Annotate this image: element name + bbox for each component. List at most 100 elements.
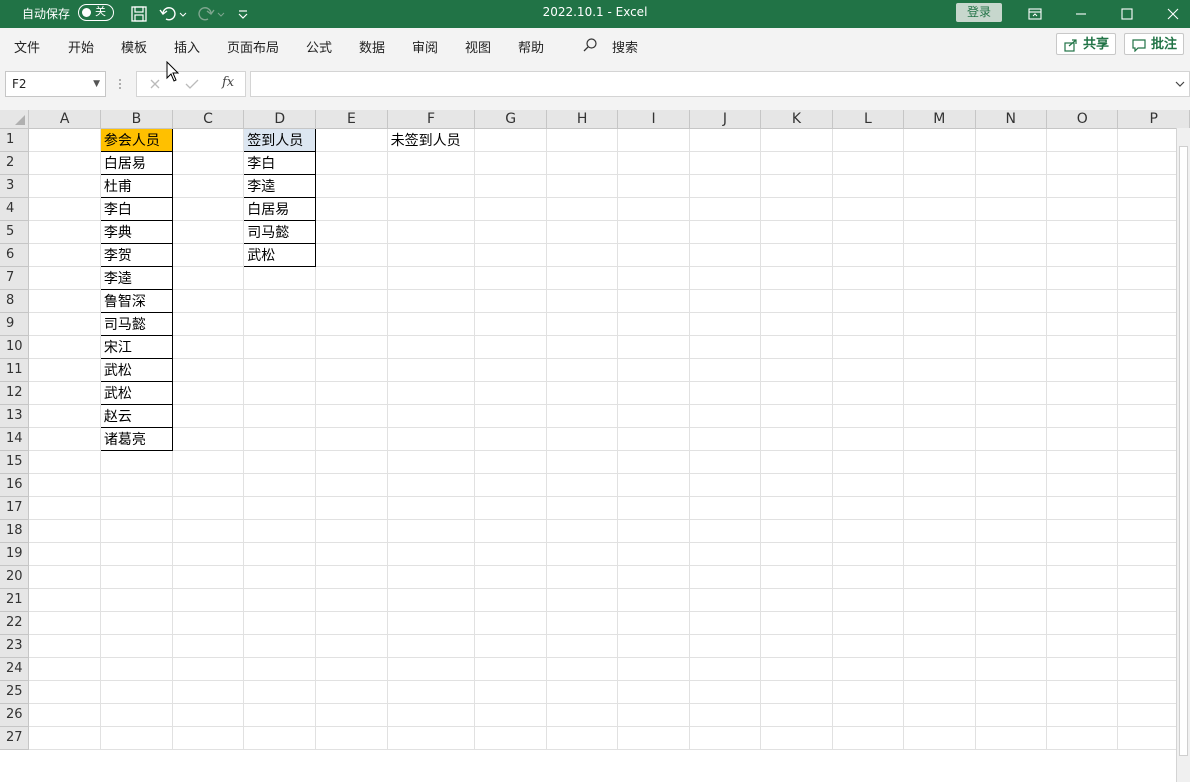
row-header[interactable]: 21 <box>0 588 30 612</box>
cell[interactable] <box>617 657 690 681</box>
cell[interactable] <box>546 450 619 474</box>
menu-view[interactable]: 视图 <box>465 37 491 56</box>
cell[interactable] <box>243 588 317 612</box>
cell[interactable] <box>617 496 690 520</box>
cell[interactable] <box>100 496 173 520</box>
cell[interactable] <box>1046 496 1119 520</box>
column-header[interactable]: G <box>474 110 547 129</box>
cell[interactable] <box>832 266 905 290</box>
cell[interactable] <box>172 542 245 566</box>
cell[interactable] <box>975 381 1047 405</box>
cell[interactable] <box>832 289 905 313</box>
cell[interactable] <box>474 473 547 497</box>
cell[interactable] <box>975 565 1047 589</box>
cell[interactable] <box>1046 335 1119 359</box>
cell[interactable] <box>28 473 101 497</box>
cell[interactable] <box>28 450 101 474</box>
cell[interactable] <box>689 243 762 267</box>
cell[interactable] <box>546 680 619 704</box>
row-header[interactable]: 18 <box>0 519 30 543</box>
cell[interactable] <box>1046 358 1119 382</box>
cell[interactable] <box>243 496 317 520</box>
cell[interactable] <box>315 611 388 635</box>
cell[interactable] <box>1046 151 1119 175</box>
cell[interactable] <box>315 358 388 382</box>
cell[interactable] <box>689 680 762 704</box>
cell[interactable] <box>760 450 833 474</box>
cell[interactable] <box>172 335 245 359</box>
cell[interactable] <box>832 726 905 750</box>
cell[interactable] <box>903 588 976 612</box>
cell[interactable] <box>546 634 619 658</box>
cell[interactable] <box>617 404 690 428</box>
cell[interactable] <box>172 151 245 175</box>
cell[interactable] <box>832 335 905 359</box>
cell[interactable] <box>1046 289 1119 313</box>
column-header[interactable]: M <box>903 110 976 129</box>
cell[interactable] <box>1046 174 1119 198</box>
cell[interactable] <box>903 703 976 727</box>
cell[interactable] <box>100 565 173 589</box>
cell[interactable] <box>975 450 1047 474</box>
cell[interactable] <box>243 312 317 336</box>
cell[interactable]: 签到人员 <box>243 127 317 152</box>
cell[interactable] <box>832 588 905 612</box>
cell[interactable] <box>172 404 245 428</box>
cell[interactable] <box>903 680 976 704</box>
cell[interactable] <box>975 266 1047 290</box>
cell[interactable] <box>1046 220 1119 244</box>
cell[interactable] <box>474 289 547 313</box>
cell[interactable] <box>474 312 547 336</box>
cell[interactable] <box>474 519 547 543</box>
cell[interactable] <box>100 519 173 543</box>
cell[interactable] <box>100 634 173 658</box>
cell[interactable]: 李逵 <box>99 265 173 290</box>
ribbon-display-icon[interactable] <box>1025 4 1045 24</box>
scrollbar-thumb[interactable] <box>1179 146 1188 756</box>
cell[interactable] <box>243 634 317 658</box>
cell[interactable] <box>315 634 388 658</box>
cell[interactable] <box>689 220 762 244</box>
cell[interactable] <box>387 404 476 428</box>
cell[interactable] <box>617 220 690 244</box>
cell[interactable] <box>387 657 476 681</box>
cell[interactable] <box>760 565 833 589</box>
cell[interactable] <box>28 381 101 405</box>
cell[interactable] <box>387 473 476 497</box>
cell[interactable] <box>689 404 762 428</box>
cell[interactable] <box>1046 726 1119 750</box>
cell[interactable] <box>689 657 762 681</box>
column-header[interactable]: L <box>832 110 905 129</box>
cell[interactable] <box>315 289 388 313</box>
cell[interactable] <box>546 220 619 244</box>
cell[interactable] <box>903 427 976 451</box>
cell[interactable] <box>617 128 690 152</box>
cell[interactable] <box>243 680 317 704</box>
cell[interactable] <box>243 335 317 359</box>
cell[interactable] <box>546 197 619 221</box>
column-header[interactable]: I <box>617 110 690 129</box>
column-header[interactable]: O <box>1046 110 1119 129</box>
cell[interactable] <box>100 703 173 727</box>
cell[interactable] <box>617 358 690 382</box>
cell[interactable] <box>243 404 317 428</box>
cell[interactable] <box>1046 450 1119 474</box>
cell[interactable] <box>689 335 762 359</box>
cell[interactable] <box>760 335 833 359</box>
cell[interactable] <box>387 266 476 290</box>
cell[interactable] <box>1046 634 1119 658</box>
cell[interactable] <box>474 151 547 175</box>
row-header[interactable]: 14 <box>0 427 30 451</box>
cell[interactable] <box>172 588 245 612</box>
cell[interactable] <box>172 174 245 198</box>
cell[interactable]: 赵云 <box>99 403 173 428</box>
menu-review[interactable]: 审阅 <box>412 37 438 56</box>
cell[interactable] <box>689 427 762 451</box>
cell[interactable] <box>387 496 476 520</box>
cell[interactable] <box>315 312 388 336</box>
cell[interactable] <box>546 703 619 727</box>
cell[interactable] <box>689 611 762 635</box>
row-header[interactable]: 24 <box>0 657 30 681</box>
cell[interactable] <box>832 220 905 244</box>
cell[interactable] <box>617 289 690 313</box>
